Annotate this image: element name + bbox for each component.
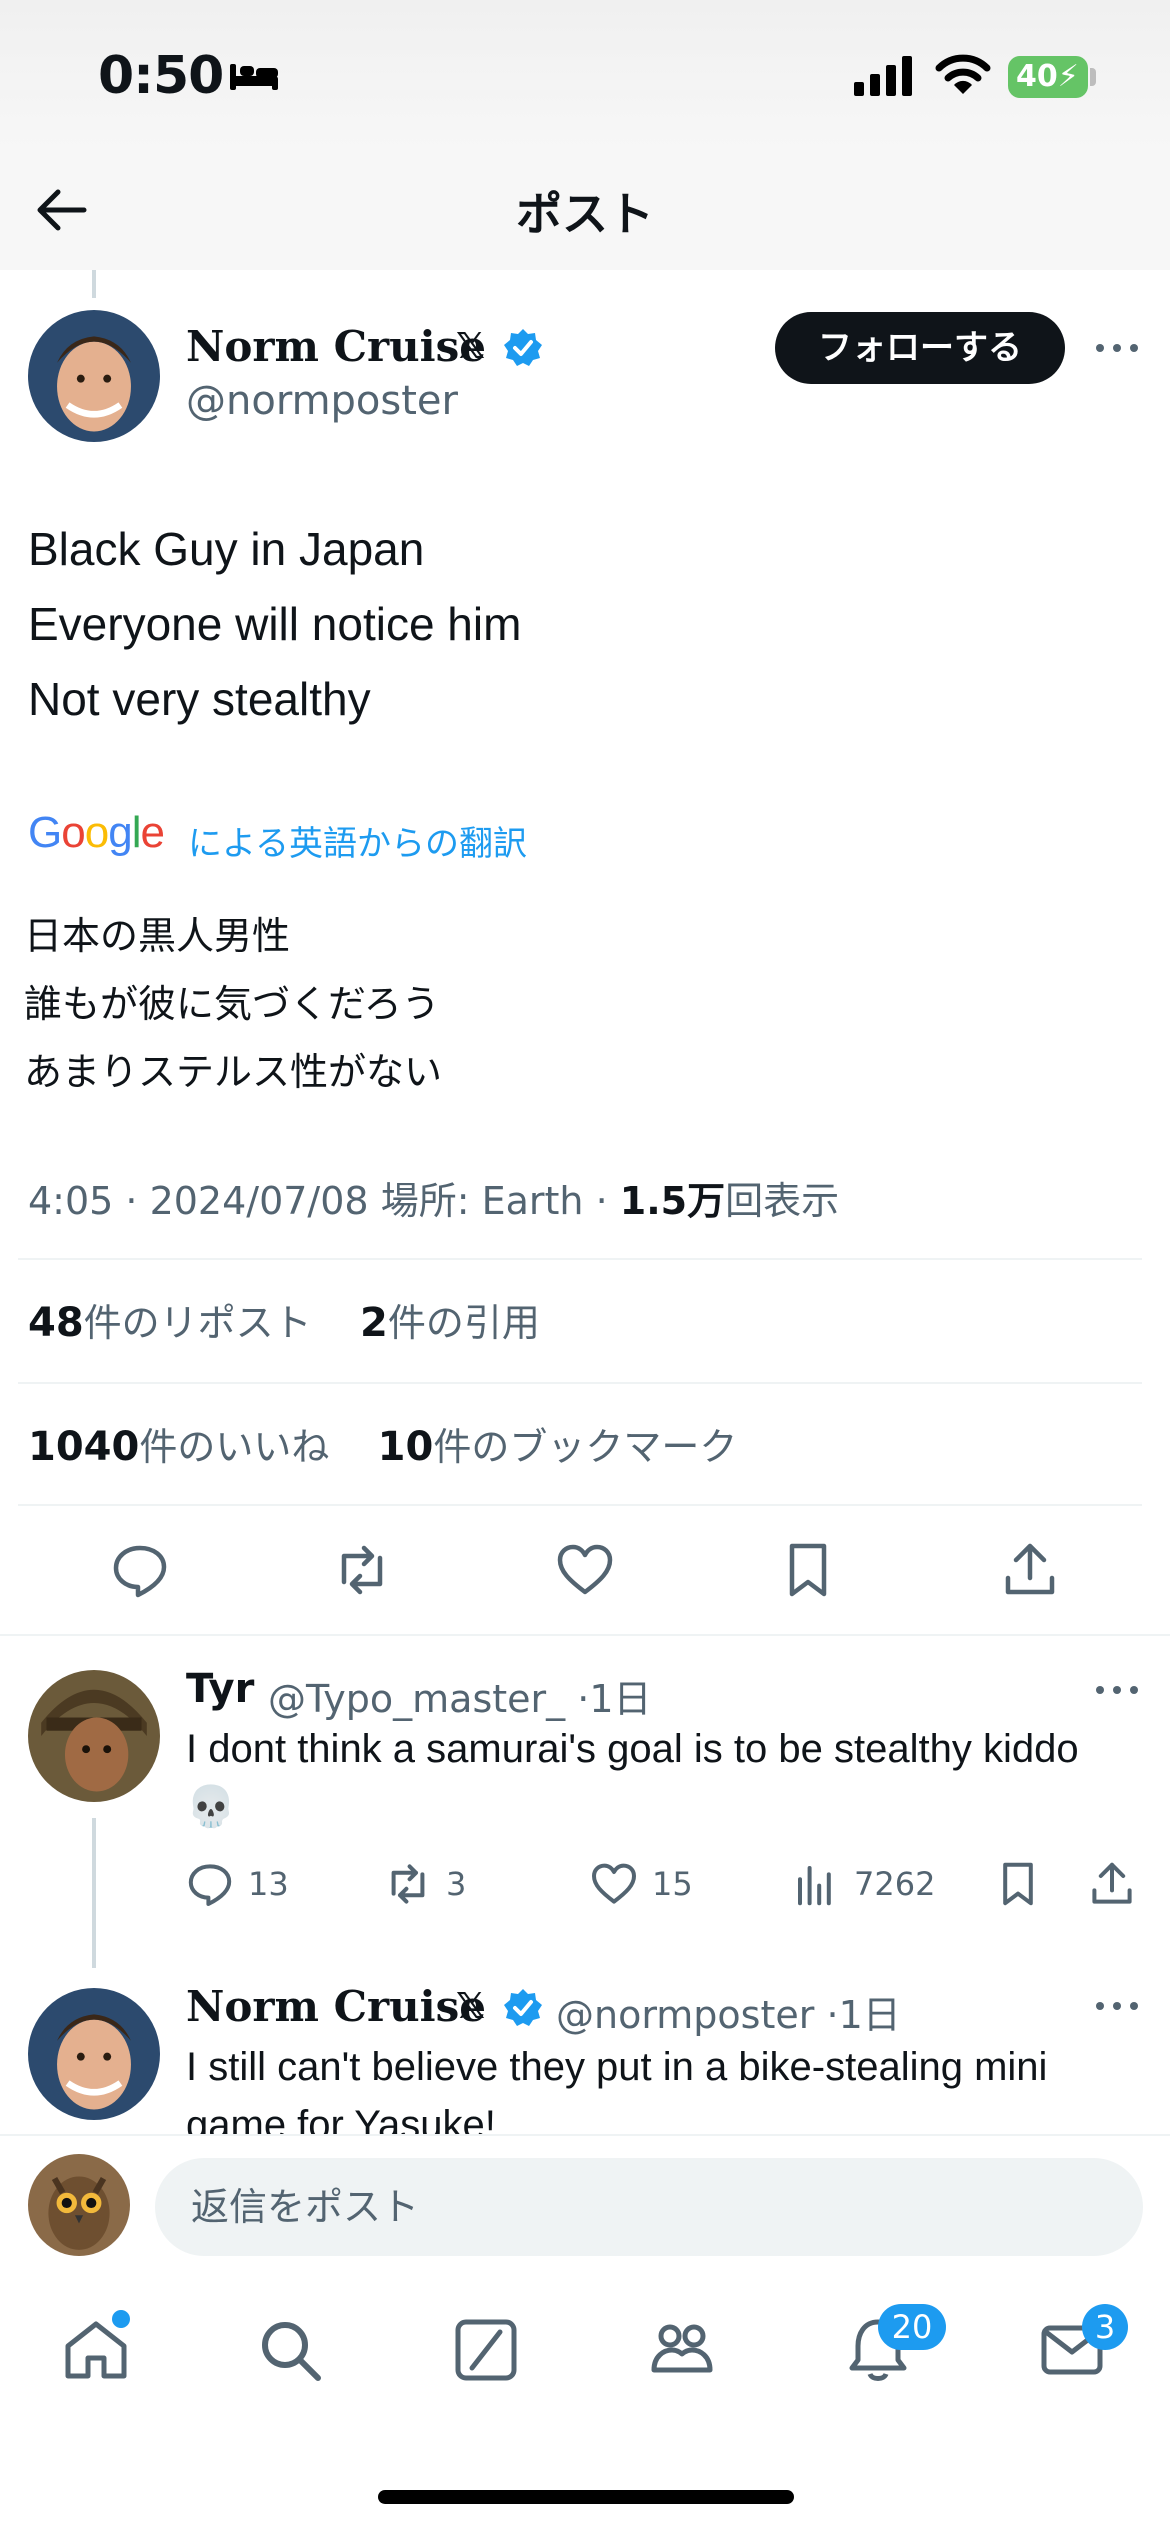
view-count: 1.5万: [619, 1179, 726, 1223]
views-icon: [798, 1866, 831, 1906]
view-label: 回表示: [725, 1179, 840, 1223]
thread-connector: [92, 1818, 96, 1968]
more-options-icon[interactable]: [1094, 1682, 1140, 1698]
user-avatar[interactable]: [28, 2154, 130, 2256]
reply-time: 1日: [838, 1993, 901, 2037]
repost-count: 3: [446, 1865, 467, 1903]
post-text-line: Black Guy in Japan: [28, 523, 425, 575]
reply-like-action[interactable]: 15: [590, 1860, 693, 1908]
reply-views-action[interactable]: 7262: [792, 1860, 935, 1908]
reply-count: 13: [248, 1865, 289, 1903]
google-logo: Google: [28, 808, 165, 857]
reply-meta: @normposter ·1日: [556, 1993, 901, 2037]
divider: [0, 1634, 1170, 1636]
post-text: Black Guy in Japan Everyone will notice …: [28, 512, 521, 737]
notifications-badge: 20: [878, 2304, 946, 2350]
repost-icon[interactable]: [332, 1540, 392, 1600]
like-icon: [592, 1863, 636, 1904]
reply-author-name[interactable]: Tyr: [186, 1666, 254, 1712]
author-avatar[interactable]: [28, 310, 160, 442]
reply-repost-action[interactable]: 3: [384, 1860, 466, 1908]
bookmark-stat[interactable]: 10件のブックマーク: [378, 1424, 738, 1470]
communities-icon[interactable]: [646, 2314, 718, 2386]
thread-connector: [92, 270, 96, 298]
repost-stats: 48件のリポスト 2件の引用: [28, 1292, 540, 1347]
translated-line: あまりステルス性がない: [24, 1050, 443, 1094]
like-count: 15: [652, 1865, 693, 1903]
reply-avatar[interactable]: [28, 1988, 160, 2120]
wifi-icon: [935, 54, 991, 94]
more-options-icon[interactable]: [1094, 340, 1140, 356]
battery-tip: [1090, 68, 1096, 86]
translated-line: 日本の黒人男性: [24, 914, 291, 958]
divider: [18, 1504, 1142, 1506]
post-text-line: Not very stealthy: [28, 673, 371, 725]
repost-stat[interactable]: 48件のリポスト: [28, 1300, 312, 1346]
status-time: 0:50: [98, 46, 224, 106]
home-unread-dot: [112, 2310, 130, 2328]
translated-line: 誰もが彼に気づくだろう: [24, 982, 440, 1026]
more-options-icon[interactable]: [1094, 1998, 1140, 2014]
author-name[interactable]: Norm Cruise: [186, 322, 486, 371]
reply-meta: @Typo_master_ ·1日: [268, 1677, 652, 1721]
like-icon[interactable]: [555, 1540, 615, 1600]
post-metadata: 4:05 · 2024/07/08 場所: Earth · 1.5万回表示: [28, 1179, 840, 1223]
reply-reply-action[interactable]: 13: [186, 1860, 289, 1908]
like-stat[interactable]: 1040件のいいね: [28, 1424, 329, 1470]
post-location: 場所: Earth: [380, 1179, 584, 1223]
share-icon[interactable]: [1088, 1860, 1136, 1908]
messages-badge: 3: [1082, 2304, 1128, 2350]
bookmark-icon[interactable]: [778, 1540, 838, 1600]
battery-indicator: 40⚡: [1008, 56, 1088, 98]
reply-handle[interactable]: @normposter: [556, 1993, 814, 2037]
repost-icon: [391, 1864, 425, 1904]
reply-icon[interactable]: [110, 1540, 170, 1600]
share-icon[interactable]: [1000, 1540, 1060, 1600]
page-title: ポスト: [516, 187, 654, 241]
reply-avatar[interactable]: [28, 1670, 160, 1802]
follow-button[interactable]: フォローする: [775, 312, 1065, 384]
x-affiliate-badge: 𝕏: [456, 1986, 486, 2027]
reply-input[interactable]: [155, 2158, 1143, 2256]
bookmark-icon[interactable]: [994, 1860, 1042, 1908]
post-text-line: Everyone will notice him: [28, 598, 522, 650]
reply-icon: [188, 1864, 232, 1906]
search-icon[interactable]: [254, 2314, 326, 2386]
translation-label[interactable]: による英語からの翻訳: [188, 816, 527, 865]
x-affiliate-badge: 𝕏: [456, 326, 486, 367]
reply-author-name[interactable]: Norm Cruise: [186, 1982, 486, 2031]
reply-composer: [0, 2134, 1170, 2264]
status-bar: 0:50 40⚡: [0, 0, 1170, 150]
verified-badge-icon: [504, 329, 542, 366]
divider: [18, 1258, 1142, 1260]
view-count: 7262: [854, 1865, 936, 1903]
home-indicator: [378, 2490, 794, 2504]
cellular-signal-icon: [854, 56, 912, 96]
verified-badge-icon: [504, 1989, 542, 2026]
reply-handle[interactable]: @Typo_master_: [268, 1677, 565, 1721]
grok-icon[interactable]: [450, 2314, 522, 2386]
quote-stat[interactable]: 2件の引用: [360, 1300, 540, 1346]
divider: [18, 1382, 1142, 1384]
bed-icon: [230, 64, 278, 90]
reply-text: I dont think a samurai's goal is to be s…: [186, 1727, 1079, 1829]
translated-text: 日本の黒人男性 誰もが彼に気づくだろう あまりステルス性がない: [24, 902, 442, 1106]
nav-header: ポスト: [0, 150, 1170, 270]
like-stats: 1040件のいいね 10件のブックマーク: [28, 1416, 737, 1471]
author-handle[interactable]: @normposter: [186, 378, 458, 424]
post-timestamp: 4:05 · 2024/07/08: [28, 1179, 369, 1223]
reply-time: 1日: [589, 1677, 652, 1721]
